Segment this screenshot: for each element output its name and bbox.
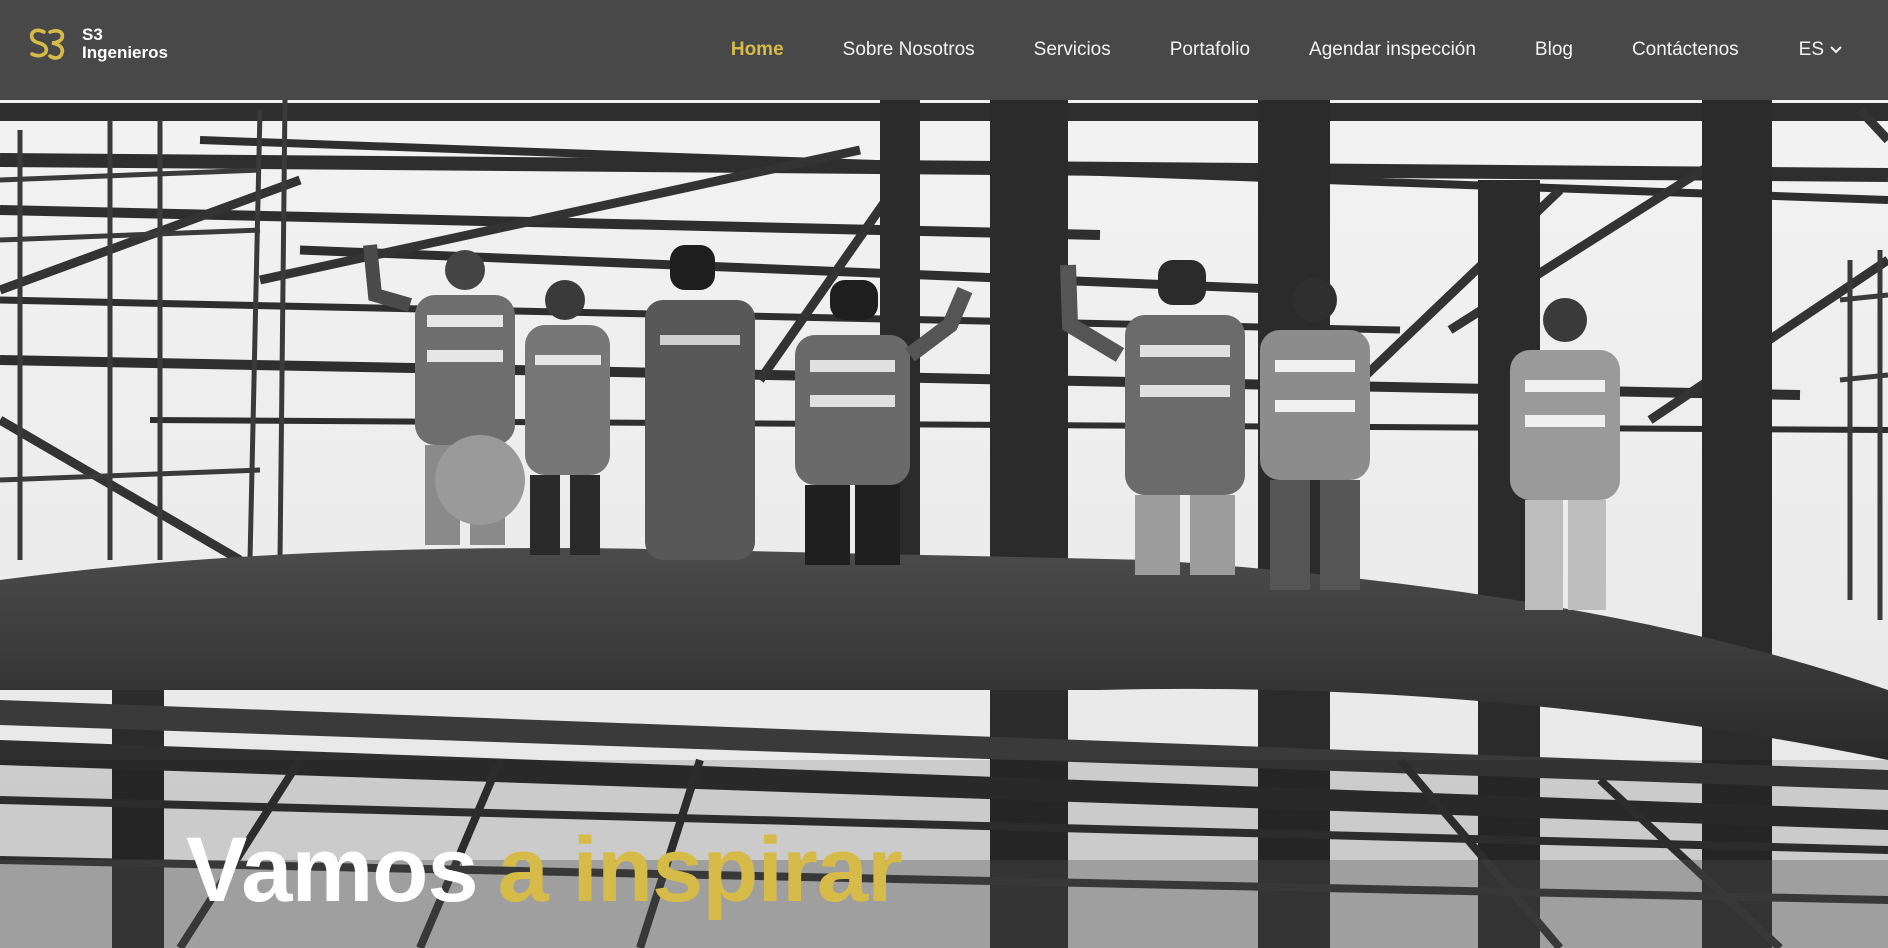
hero-title-part-1: Vamos — [186, 819, 479, 921]
chevron-down-icon — [1830, 46, 1842, 54]
language-label: ES — [1798, 39, 1824, 60]
brand-line-2: Ingenieros — [82, 43, 168, 62]
nav-contactenos[interactable]: Contáctenos — [1632, 39, 1739, 61]
nav-servicios[interactable]: Servicios — [1034, 39, 1111, 61]
hero-title: Vamos a inspirar — [186, 819, 903, 921]
hero-background-image — [0, 0, 1888, 948]
page: S3 Ingenieros Home Sobre Nosotros Servic… — [0, 0, 1888, 948]
brand-line-1: S3 — [82, 25, 103, 44]
brand-logo[interactable]: S3 Ingenieros — [28, 26, 168, 62]
nav-agendar-inspeccion[interactable]: Agendar inspección — [1309, 39, 1476, 61]
nav-sobre-nosotros[interactable]: Sobre Nosotros — [843, 39, 975, 61]
hero-title-part-2: a inspirar — [497, 819, 903, 921]
brand-name: S3 Ingenieros — [82, 26, 168, 62]
nav-blog[interactable]: Blog — [1535, 39, 1573, 61]
s3-logo-icon — [29, 28, 65, 60]
site-header: S3 Ingenieros Home Sobre Nosotros Servic… — [0, 0, 1888, 100]
main-nav: Home Sobre Nosotros Servicios Portafolio… — [672, 0, 1842, 100]
language-selector[interactable]: ES — [1799, 39, 1842, 61]
nav-home[interactable]: Home — [731, 39, 784, 61]
nav-portafolio[interactable]: Portafolio — [1170, 39, 1250, 61]
